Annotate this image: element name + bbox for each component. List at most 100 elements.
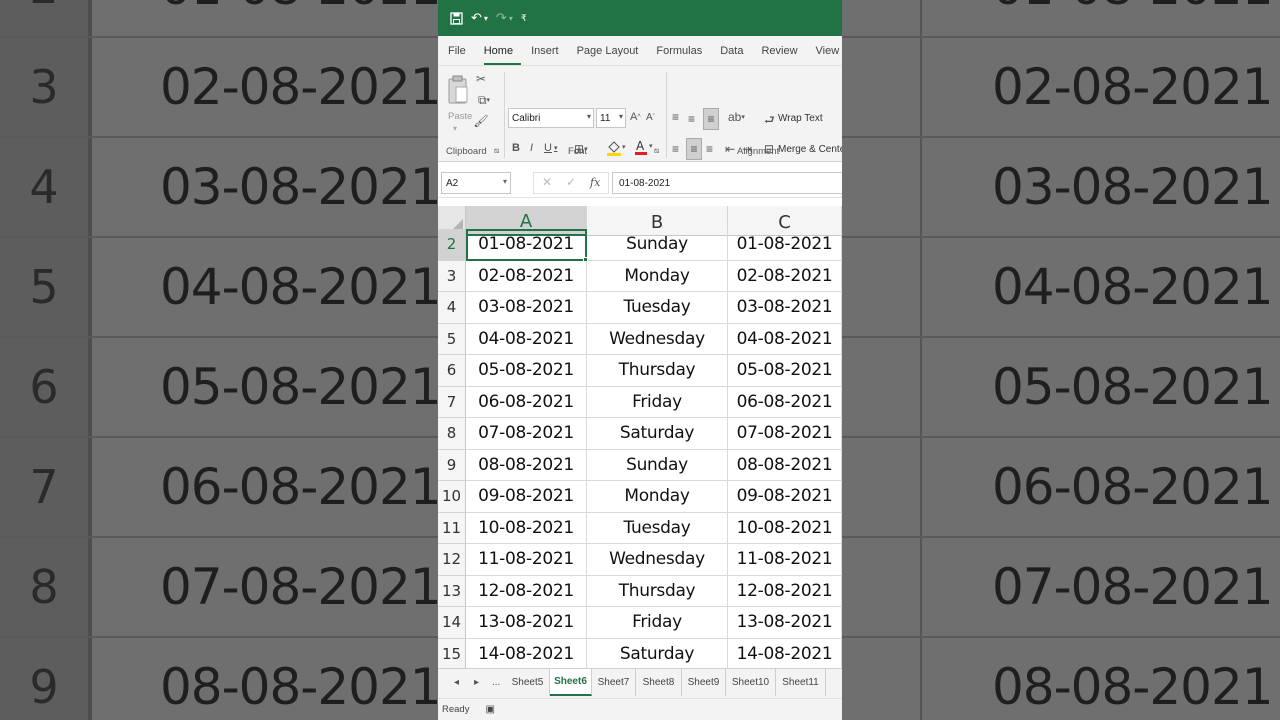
cell-a[interactable]: 05-08-2021 [466,355,587,387]
cell-c[interactable]: 07-08-2021 [728,418,842,450]
bold-button[interactable]: B [512,142,520,154]
cancel-icon[interactable]: ✕ [542,175,552,189]
format-painter-icon[interactable]: 🖌 [473,114,488,128]
cell-a[interactable]: 07-08-2021 [466,418,587,450]
align-middle-icon[interactable]: ≡ [688,112,695,126]
font-color-icon[interactable]: A ▾ [634,138,654,156]
decrease-indent-icon[interactable]: ⇤ [725,142,735,156]
macro-record-icon[interactable]: ▣ [485,704,494,715]
align-left-icon[interactable]: ≡ [672,142,679,156]
cell-c[interactable]: 01-08-2021 [728,229,842,261]
cell-b[interactable]: Thursday [587,575,728,607]
underline-button[interactable]: U ▾ [544,142,557,154]
row-header[interactable]: 8 [438,418,466,450]
cell-b[interactable]: Sunday [587,449,728,481]
paste-icon[interactable] [446,74,470,106]
copy-icon[interactable]: ⧉ ▾ [474,93,494,107]
cell-c[interactable]: 10-08-2021 [728,512,842,544]
tab-page-layout[interactable]: Page Layout [577,45,647,65]
italic-button[interactable]: I [530,142,533,154]
customize-quick-access-icon[interactable]: ₹ [521,13,527,24]
name-box[interactable]: A2 ▾ [441,172,511,194]
row-header[interactable]: 15 [438,638,466,668]
align-center-icon[interactable]: ≡ [686,138,702,160]
row-header[interactable]: 13 [438,575,466,607]
insert-function-icon[interactable]: fx [590,176,600,189]
cell-b[interactable]: Saturday [587,418,728,450]
row-header[interactable]: 11 [438,512,466,544]
row-header[interactable]: 5 [438,323,466,355]
cell-c[interactable]: 12-08-2021 [728,575,842,607]
cell-a[interactable]: 01-08-2021 [466,229,587,261]
tab-home[interactable]: Home [483,45,522,65]
formula-input[interactable]: 01-08-2021 [612,172,842,194]
cell-a[interactable]: 06-08-2021 [466,386,587,418]
sheet-tab-sheet6[interactable]: Sheet6 [550,669,592,696]
cell-b[interactable]: Friday [587,607,728,639]
row-header[interactable]: 9 [438,449,466,481]
cell-c[interactable]: 05-08-2021 [728,355,842,387]
cell-c[interactable]: 13-08-2021 [728,607,842,639]
orientation-icon[interactable]: ab ▾ [728,110,745,124]
cell-a[interactable]: 08-08-2021 [466,449,587,481]
row-header[interactable]: 2 [438,229,466,261]
sheet-tab-sheet5[interactable]: Sheet5 [506,669,550,696]
row-header[interactable]: 10 [438,481,466,513]
row-header[interactable]: 3 [438,260,466,292]
cell-a[interactable]: 04-08-2021 [466,323,587,355]
next-sheet-icon[interactable]: ▸ [474,677,479,688]
row-header[interactable]: 12 [438,544,466,576]
cell-b[interactable]: Friday [587,386,728,418]
font-name-box[interactable]: Calibri ▾ [508,108,594,128]
cell-c[interactable]: 11-08-2021 [728,544,842,576]
cell-c[interactable]: 03-08-2021 [728,292,842,324]
tab-formulas[interactable]: Formulas [656,45,710,65]
cell-c[interactable]: 09-08-2021 [728,481,842,513]
row-header[interactable]: 7 [438,386,466,418]
cell-b[interactable]: Monday [587,481,728,513]
enter-icon[interactable]: ✓ [566,175,576,189]
fill-color-icon[interactable]: ▾ [606,140,626,156]
tab-file[interactable]: File [448,45,474,65]
cell-a[interactable]: 10-08-2021 [466,512,587,544]
font-launcher-icon[interactable]: ⧅ [654,146,659,156]
cell-c[interactable]: 06-08-2021 [728,386,842,418]
cell-b[interactable]: Wednesday [587,323,728,355]
paste-dropdown-icon[interactable]: ▾ [453,124,457,133]
increase-font-icon[interactable]: A ^ [630,111,641,123]
sheet-tab-sheet8[interactable]: Sheet8 [636,669,682,696]
row-header[interactable]: 14 [438,607,466,639]
cell-a[interactable]: 09-08-2021 [466,481,587,513]
cell-c[interactable]: 04-08-2021 [728,323,842,355]
tab-insert[interactable]: Insert [531,45,567,65]
row-header[interactable]: 6 [438,355,466,387]
fill-handle[interactable] [583,256,588,262]
cell-a[interactable]: 02-08-2021 [466,260,587,292]
align-right-icon[interactable]: ≡ [706,142,713,156]
clipboard-launcher-icon[interactable]: ⧅ [494,146,499,156]
save-icon[interactable] [450,11,463,25]
decrease-font-icon[interactable]: Aˇ [646,112,655,123]
prev-sheet-icon[interactable]: ◂ [454,677,459,688]
font-size-box[interactable]: 11 ▾ [596,108,626,128]
paste-label[interactable]: Paste [448,111,472,122]
tab-review[interactable]: Review [761,45,805,65]
wrap-text-button[interactable]: Wrap Text [778,113,823,124]
merge-center-button[interactable]: Merge & Center [778,144,842,155]
cell-b[interactable]: Monday [587,260,728,292]
cell-a[interactable]: 13-08-2021 [466,607,587,639]
sheet-tab-sheet7[interactable]: Sheet7 [592,669,636,696]
row-header[interactable]: 4 [438,292,466,324]
tab-view[interactable]: View [816,45,842,65]
cell-c[interactable]: 02-08-2021 [728,260,842,292]
redo-icon[interactable]: ↷ ▾ [496,10,513,26]
cell-a[interactable]: 03-08-2021 [466,292,587,324]
align-top-icon[interactable]: ≡ [672,110,679,124]
cut-icon[interactable]: ✂ [474,72,488,86]
cell-a[interactable]: 14-08-2021 [466,638,587,668]
sheet-tab-sheet10[interactable]: Sheet10 [726,669,776,696]
cell-a[interactable]: 12-08-2021 [466,575,587,607]
cell-b[interactable]: Sunday [587,229,728,261]
align-bottom-icon[interactable]: ≡ [703,108,719,130]
cell-a[interactable]: 11-08-2021 [466,544,587,576]
